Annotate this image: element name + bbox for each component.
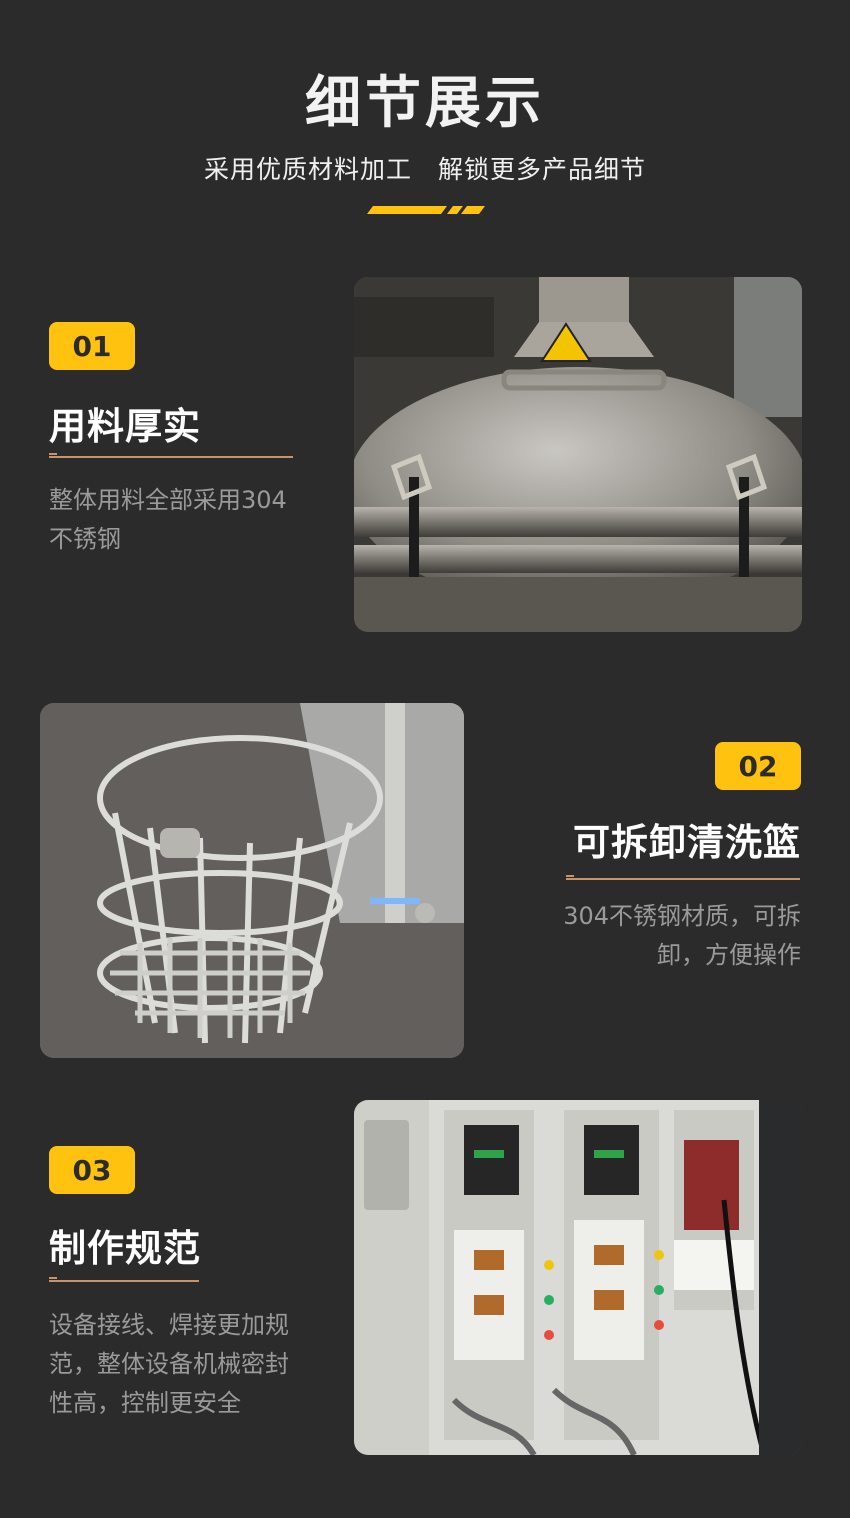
washing-basket-photo <box>40 703 464 1058</box>
accent-stripe-icon <box>367 206 485 214</box>
section-number-badge: 02 <box>715 742 801 790</box>
description-line: 性高，控制更安全 <box>49 1389 241 1417</box>
section-description: 设备接线、焊接更加规 范，整体设备机械密封 性高，控制更安全 <box>49 1306 329 1423</box>
page-title: 细节展示 <box>305 71 545 136</box>
section-description: 整体用料全部采用304 不锈钢 <box>49 481 319 559</box>
control-cabinet-photo <box>354 1100 802 1455</box>
section-number-badge: 01 <box>49 322 135 370</box>
section-description: 304不锈钢材质，可拆 卸，方便操作 <box>531 897 801 975</box>
page-subtitle: 采用优质材料加工 解锁更多产品细节 <box>203 155 646 184</box>
description-line: 整体用料全部采用304 <box>49 486 287 514</box>
description-line: 304不锈钢材质，可拆 <box>563 902 801 930</box>
tank-lid-photo <box>354 277 802 632</box>
description-line: 范，整体设备机械密封 <box>49 1350 289 1378</box>
description-line: 设备接线、焊接更加规 <box>49 1311 289 1339</box>
section-divider <box>49 453 293 458</box>
section-heading: 用料厚实 <box>49 405 201 448</box>
section-divider <box>566 875 800 880</box>
description-line: 卸，方便操作 <box>657 941 801 969</box>
section-divider <box>49 1277 199 1282</box>
section-number-badge: 03 <box>49 1146 135 1194</box>
section-heading: 制作规范 <box>49 1227 201 1270</box>
description-line: 不锈钢 <box>49 525 121 553</box>
section-heading: 可拆卸清洗篮 <box>573 821 801 864</box>
